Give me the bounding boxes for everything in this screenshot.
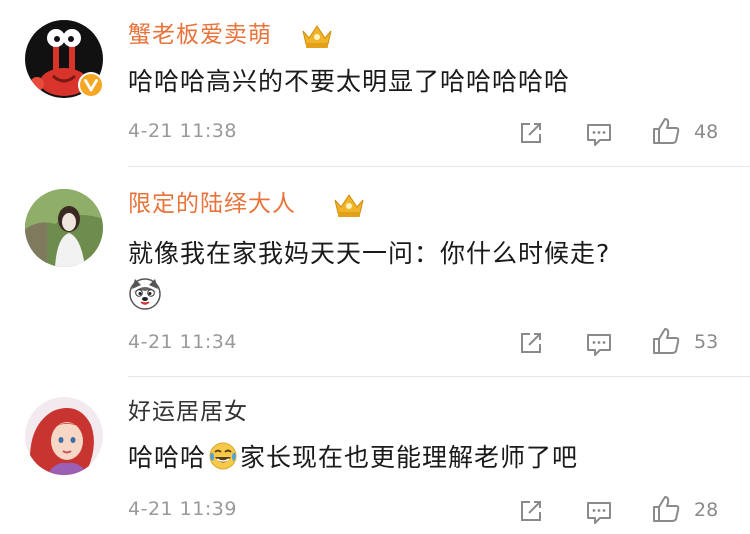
- comment-username[interactable]: 限定的陆绎大人: [128, 189, 296, 219]
- comment-text-after: 家长现在也更能理解老师了吧: [240, 443, 579, 472]
- like-icon[interactable]: [651, 326, 681, 356]
- avatar[interactable]: [25, 397, 103, 475]
- like-count: 28: [694, 499, 719, 521]
- verified-v-icon: [78, 72, 104, 98]
- comment-time: 4-21 11:39: [128, 498, 237, 520]
- laughing-tears-emoji-icon: [209, 442, 237, 470]
- repost-icon[interactable]: [516, 328, 546, 358]
- comment-icon[interactable]: [584, 119, 614, 149]
- like-count: 53: [694, 331, 719, 353]
- comment-time: 4-21 11:38: [128, 120, 237, 142]
- comment-username[interactable]: 蟹老板爱卖萌: [128, 20, 272, 50]
- comment-icon[interactable]: [584, 329, 614, 359]
- repost-icon[interactable]: [516, 496, 546, 526]
- crown-icon: [302, 25, 332, 48]
- repost-icon[interactable]: [516, 118, 546, 148]
- comment-text: 哈哈哈高兴的不要太明显了哈哈哈哈哈: [128, 67, 571, 96]
- like-icon[interactable]: [651, 116, 681, 146]
- comment-item: 蟹老板爱卖萌 哈哈哈高兴的不要太明显了哈哈哈哈哈 4-21 11:38 48: [0, 0, 750, 166]
- comment-time: 4-21 11:34: [128, 331, 237, 353]
- avatar[interactable]: [25, 189, 103, 267]
- like-count: 48: [694, 121, 719, 143]
- comment-text-before: 哈哈哈: [128, 443, 207, 472]
- crown-icon: [334, 194, 364, 217]
- like-icon[interactable]: [651, 494, 681, 524]
- comment-username[interactable]: 好运居居女: [128, 397, 248, 427]
- comment-item: 限定的陆绎大人 就像我在家我妈天天一问：你什么时候走? 4-21 11:34 5…: [0, 167, 750, 376]
- husky-emoji-icon: [129, 278, 161, 310]
- comment-item: 好运居居女 哈哈哈 家长现在也更能理解老师了吧 4-21 11:39 28: [0, 377, 750, 534]
- comment-icon[interactable]: [584, 497, 614, 527]
- comment-text: 就像我在家我妈天天一问：你什么时候走?: [128, 239, 611, 268]
- comment-text: 哈哈哈 家长现在也更能理解老师了吧: [128, 441, 578, 475]
